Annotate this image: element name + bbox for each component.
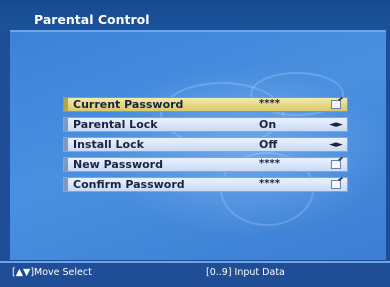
status-hint-input: [0..9] Input Data (206, 267, 285, 278)
menu-item-parental-lock[interactable]: Parental Lock On ◄► (63, 117, 348, 132)
password-value: **** (259, 158, 280, 169)
status-bar: [▲▼]Move Select [0..9] Input Data (0, 263, 390, 283)
menu-item-install-lock[interactable]: Install Lock Off ◄► (63, 137, 348, 152)
page-title: Parental Control (34, 12, 150, 27)
row-marker (64, 178, 68, 191)
menu-item-current-password[interactable]: Current Password **** (63, 97, 348, 112)
menu-item-label: Confirm Password (73, 178, 185, 191)
pencil-icon[interactable] (329, 99, 343, 110)
pencil-icon[interactable] (329, 179, 343, 190)
status-hint-move: [▲▼]Move Select (12, 267, 92, 278)
row-marker (64, 138, 68, 151)
left-right-arrows-icon[interactable]: ◄► (329, 139, 343, 150)
row-marker (64, 118, 68, 131)
screen: Parental Control Current Password **** P… (0, 0, 390, 287)
left-right-arrows-icon[interactable]: ◄► (329, 119, 343, 130)
option-value: On (259, 118, 277, 131)
password-value: **** (259, 98, 280, 109)
menu-item-label: New Password (73, 158, 163, 171)
row-marker (64, 158, 68, 171)
menu-list: Current Password **** Parental Lock On ◄… (63, 97, 348, 197)
menu-item-label: Install Lock (73, 138, 144, 151)
menu-item-confirm-password[interactable]: Confirm Password **** (63, 177, 348, 192)
menu-item-label: Current Password (73, 98, 184, 111)
title-bar: Parental Control (0, 0, 390, 30)
menu-item-label: Parental Lock (73, 118, 158, 131)
pencil-icon[interactable] (329, 159, 343, 170)
password-value: **** (259, 178, 280, 189)
row-marker (64, 98, 68, 111)
menu-item-new-password[interactable]: New Password **** (63, 157, 348, 172)
option-value: Off (259, 138, 278, 151)
